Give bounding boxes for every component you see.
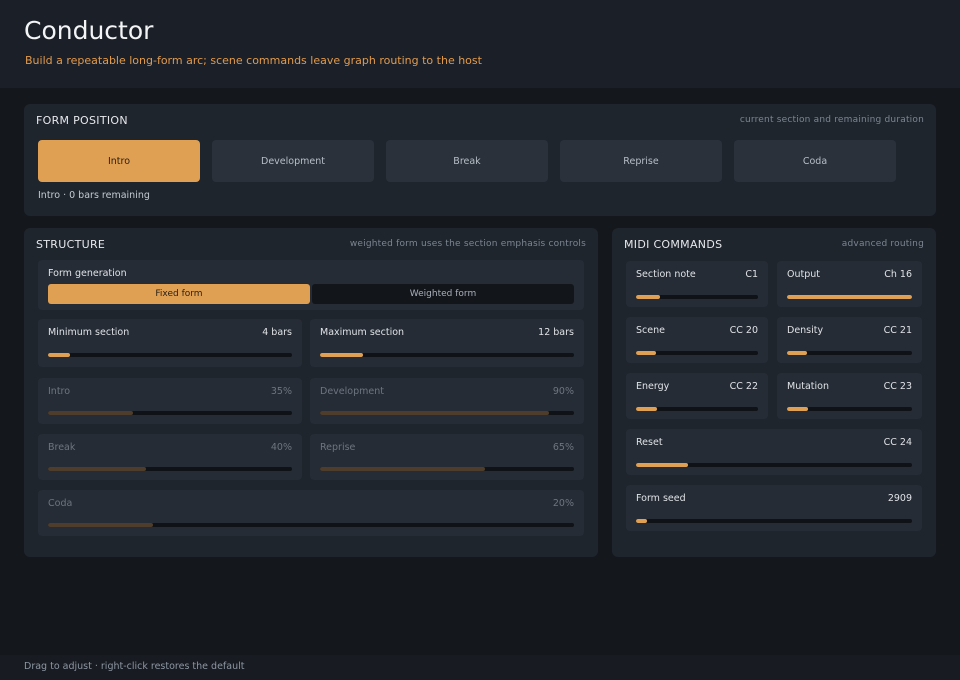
mutation-cc-slider[interactable]: Mutation CC 23 xyxy=(777,373,922,419)
slider-fill xyxy=(48,353,70,357)
slider-track[interactable] xyxy=(48,467,292,471)
slider-track[interactable] xyxy=(636,407,758,411)
section-button-development[interactable]: Development xyxy=(212,140,374,182)
form-status: Intro · 0 bars remaining xyxy=(38,190,150,201)
slider-fill xyxy=(320,467,486,471)
slider-fill xyxy=(787,351,807,355)
slider-label: Energy xyxy=(636,381,670,392)
section-button-intro[interactable]: Intro xyxy=(38,140,200,182)
slider-track[interactable] xyxy=(320,411,574,415)
slider-track[interactable] xyxy=(787,407,912,411)
weighted-form-option[interactable]: Weighted form xyxy=(312,284,574,304)
slider-label: Coda xyxy=(48,498,73,509)
slider-fill xyxy=(48,467,146,471)
section-button-break[interactable]: Break xyxy=(386,140,548,182)
slider-value: 65% xyxy=(552,442,574,453)
slider-value: 35% xyxy=(270,386,292,397)
slider-track[interactable] xyxy=(320,353,574,357)
app-title: Conductor xyxy=(24,16,154,45)
section-note-slider[interactable]: Section note C1 xyxy=(626,261,768,307)
slider-fill xyxy=(636,407,657,411)
slider-fill xyxy=(636,295,661,299)
structure-hint: weighted form uses the section emphasis … xyxy=(349,239,586,249)
slider-track[interactable] xyxy=(320,467,574,471)
slider-track[interactable] xyxy=(48,353,292,357)
slider-track[interactable] xyxy=(636,295,758,299)
slider-fill xyxy=(787,407,809,411)
density-cc-slider[interactable]: Density CC 21 xyxy=(777,317,922,363)
midi-commands-title: MIDI COMMANDS xyxy=(624,238,723,251)
slider-value: 40% xyxy=(270,442,292,453)
slider-value: 12 bars xyxy=(538,327,574,338)
coda-emphasis-slider[interactable]: Coda 20% xyxy=(38,490,584,536)
form-seed-slider[interactable]: Form seed 2909 xyxy=(626,485,922,531)
slider-label: Maximum section xyxy=(320,327,405,338)
slider-value: C1 xyxy=(745,269,758,280)
slider-value: CC 20 xyxy=(729,325,758,336)
slider-label: Output xyxy=(787,269,820,280)
slider-fill xyxy=(48,523,154,527)
energy-cc-slider[interactable]: Energy CC 22 xyxy=(626,373,768,419)
form-position-title: FORM POSITION xyxy=(36,114,128,127)
midi-commands-panel: MIDI COMMANDS advanced routing Section n… xyxy=(612,228,936,557)
structure-title: STRUCTURE xyxy=(36,238,106,251)
slider-value: Ch 16 xyxy=(884,269,912,280)
slider-label: Development xyxy=(320,386,384,397)
slider-track[interactable] xyxy=(787,351,912,355)
output-channel-slider[interactable]: Output Ch 16 xyxy=(777,261,922,307)
slider-fill xyxy=(48,411,134,415)
intro-emphasis-slider[interactable]: Intro 35% xyxy=(38,378,302,424)
form-generation-label: Form generation xyxy=(48,268,127,279)
minimum-section-slider[interactable]: Minimum section 4 bars xyxy=(38,319,302,367)
slider-track[interactable] xyxy=(48,411,292,415)
slider-value: CC 22 xyxy=(729,381,758,392)
form-position-hint: current section and remaining duration xyxy=(739,115,924,125)
slider-label: Reprise xyxy=(320,442,356,453)
slider-fill xyxy=(636,519,648,523)
slider-label: Scene xyxy=(636,325,665,336)
slider-track[interactable] xyxy=(636,463,912,467)
slider-track[interactable] xyxy=(636,519,912,523)
form-generation-card: Form generation Fixed form Weighted form xyxy=(38,260,584,310)
reprise-emphasis-slider[interactable]: Reprise 65% xyxy=(310,434,584,480)
break-emphasis-slider[interactable]: Break 40% xyxy=(38,434,302,480)
slider-value: 90% xyxy=(552,386,574,397)
slider-value: 4 bars xyxy=(262,327,292,338)
slider-label: Section note xyxy=(636,269,696,280)
slider-value: CC 23 xyxy=(883,381,912,392)
slider-fill xyxy=(636,351,656,355)
slider-track[interactable] xyxy=(787,295,912,299)
slider-value: 20% xyxy=(552,498,574,509)
structure-panel: STRUCTURE weighted form uses the section… xyxy=(24,228,598,557)
app-header: Conductor Build a repeatable long-form a… xyxy=(0,0,960,88)
scene-cc-slider[interactable]: Scene CC 20 xyxy=(626,317,768,363)
slider-label: Mutation xyxy=(787,381,829,392)
section-button-reprise[interactable]: Reprise xyxy=(560,140,722,182)
slider-label: Density xyxy=(787,325,824,336)
slider-label: Break xyxy=(48,442,76,453)
slider-value: CC 24 xyxy=(883,437,912,448)
status-footer: Drag to adjust · right-click restores th… xyxy=(0,655,960,680)
slider-label: Intro xyxy=(48,386,71,397)
slider-value: 2909 xyxy=(887,493,912,504)
reset-cc-slider[interactable]: Reset CC 24 xyxy=(626,429,922,475)
slider-label: Reset xyxy=(636,437,663,448)
slider-value: CC 21 xyxy=(883,325,912,336)
maximum-section-slider[interactable]: Maximum section 12 bars xyxy=(310,319,584,367)
slider-label: Form seed xyxy=(636,493,686,504)
slider-fill xyxy=(320,353,364,357)
form-position-panel: FORM POSITION current section and remain… xyxy=(24,104,936,216)
footer-hint: Drag to adjust · right-click restores th… xyxy=(24,661,245,672)
midi-commands-hint: advanced routing xyxy=(841,239,924,249)
slider-track[interactable] xyxy=(48,523,574,527)
slider-track[interactable] xyxy=(636,351,758,355)
slider-fill xyxy=(320,411,549,415)
section-button-coda[interactable]: Coda xyxy=(734,140,896,182)
slider-label: Minimum section xyxy=(48,327,130,338)
development-emphasis-slider[interactable]: Development 90% xyxy=(310,378,584,424)
app-subtitle: Build a repeatable long-form arc; scene … xyxy=(25,54,482,67)
slider-fill xyxy=(636,463,689,467)
slider-fill xyxy=(787,295,912,299)
fixed-form-option[interactable]: Fixed form xyxy=(48,284,310,304)
